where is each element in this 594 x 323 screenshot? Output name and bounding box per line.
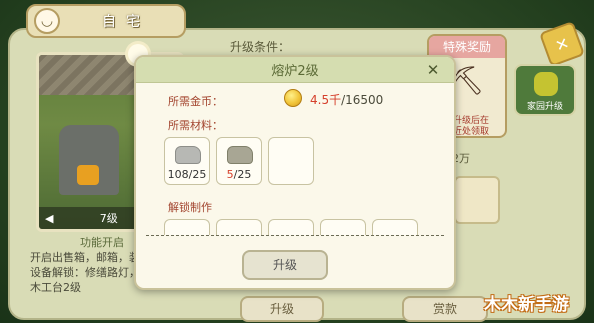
divider	[146, 235, 444, 236]
recipe-slot[interactable]	[268, 219, 314, 235]
material-qty: 5/25	[226, 168, 252, 181]
material-qty: 108/25	[167, 168, 207, 181]
recipe-slot[interactable]	[320, 219, 366, 235]
gold-label: 所需金币：	[168, 95, 223, 108]
material-slot-ore[interactable]: 5/25	[216, 137, 262, 185]
fire-icon	[77, 165, 99, 185]
function-title: 功能开启	[80, 236, 124, 249]
gold-total: /16500	[341, 93, 384, 107]
materials-label: 所需材料：	[168, 119, 223, 132]
home-upgrade-label: 家园升级	[526, 102, 563, 112]
upgrade-modal: 熔炉2级 ✕ 所需金币： 4.5千/16500 所需材料： 108/25 5/2…	[134, 55, 456, 290]
function-desc: 开启出售箱，邮箱，装 设备解锁：修缮路灯，木工台2级	[30, 251, 140, 294]
recipe-slot[interactable]	[164, 219, 210, 235]
bg-gift-button[interactable]: 赏款	[402, 296, 488, 322]
close-icon[interactable]: ✕	[424, 61, 442, 79]
modal-header: 熔炉2级	[136, 57, 454, 83]
gold-need: 4.5千/16500	[310, 91, 383, 108]
watermark: 木木新手游	[484, 295, 569, 315]
stone-icon	[175, 146, 201, 164]
recipe-slot[interactable]	[372, 219, 418, 235]
home-upgrade-button[interactable]: 家园升级	[514, 64, 576, 116]
side-slot	[454, 176, 500, 224]
avatar-icon: ◡	[34, 8, 60, 34]
recipe-slot[interactable]	[216, 219, 262, 235]
upgrade-conditions-label: 升级条件：	[230, 40, 291, 54]
modal-title: 熔炉2级	[271, 64, 319, 79]
level-label: 7级	[99, 212, 118, 225]
unlock-label: 解锁制作	[168, 201, 212, 214]
upgrade-button[interactable]: 升级	[242, 250, 328, 280]
material-slot-stone[interactable]: 108/25	[164, 137, 210, 185]
page-title: 自宅	[102, 14, 150, 30]
home-upgrade-icon	[534, 72, 558, 96]
prev-arrow-icon[interactable]: ◀	[45, 212, 53, 225]
gold-coin-icon	[284, 89, 302, 107]
special-reward-text: 升级后在 近处领取	[453, 116, 490, 137]
home-tab[interactable]: ◡ 自宅	[26, 4, 186, 38]
gold-current: 4.5千	[310, 93, 342, 107]
side-value: 2万	[452, 152, 470, 165]
bg-upgrade-button[interactable]: 升级	[240, 296, 324, 322]
ore-icon	[227, 146, 253, 164]
material-slot-empty	[268, 137, 314, 185]
